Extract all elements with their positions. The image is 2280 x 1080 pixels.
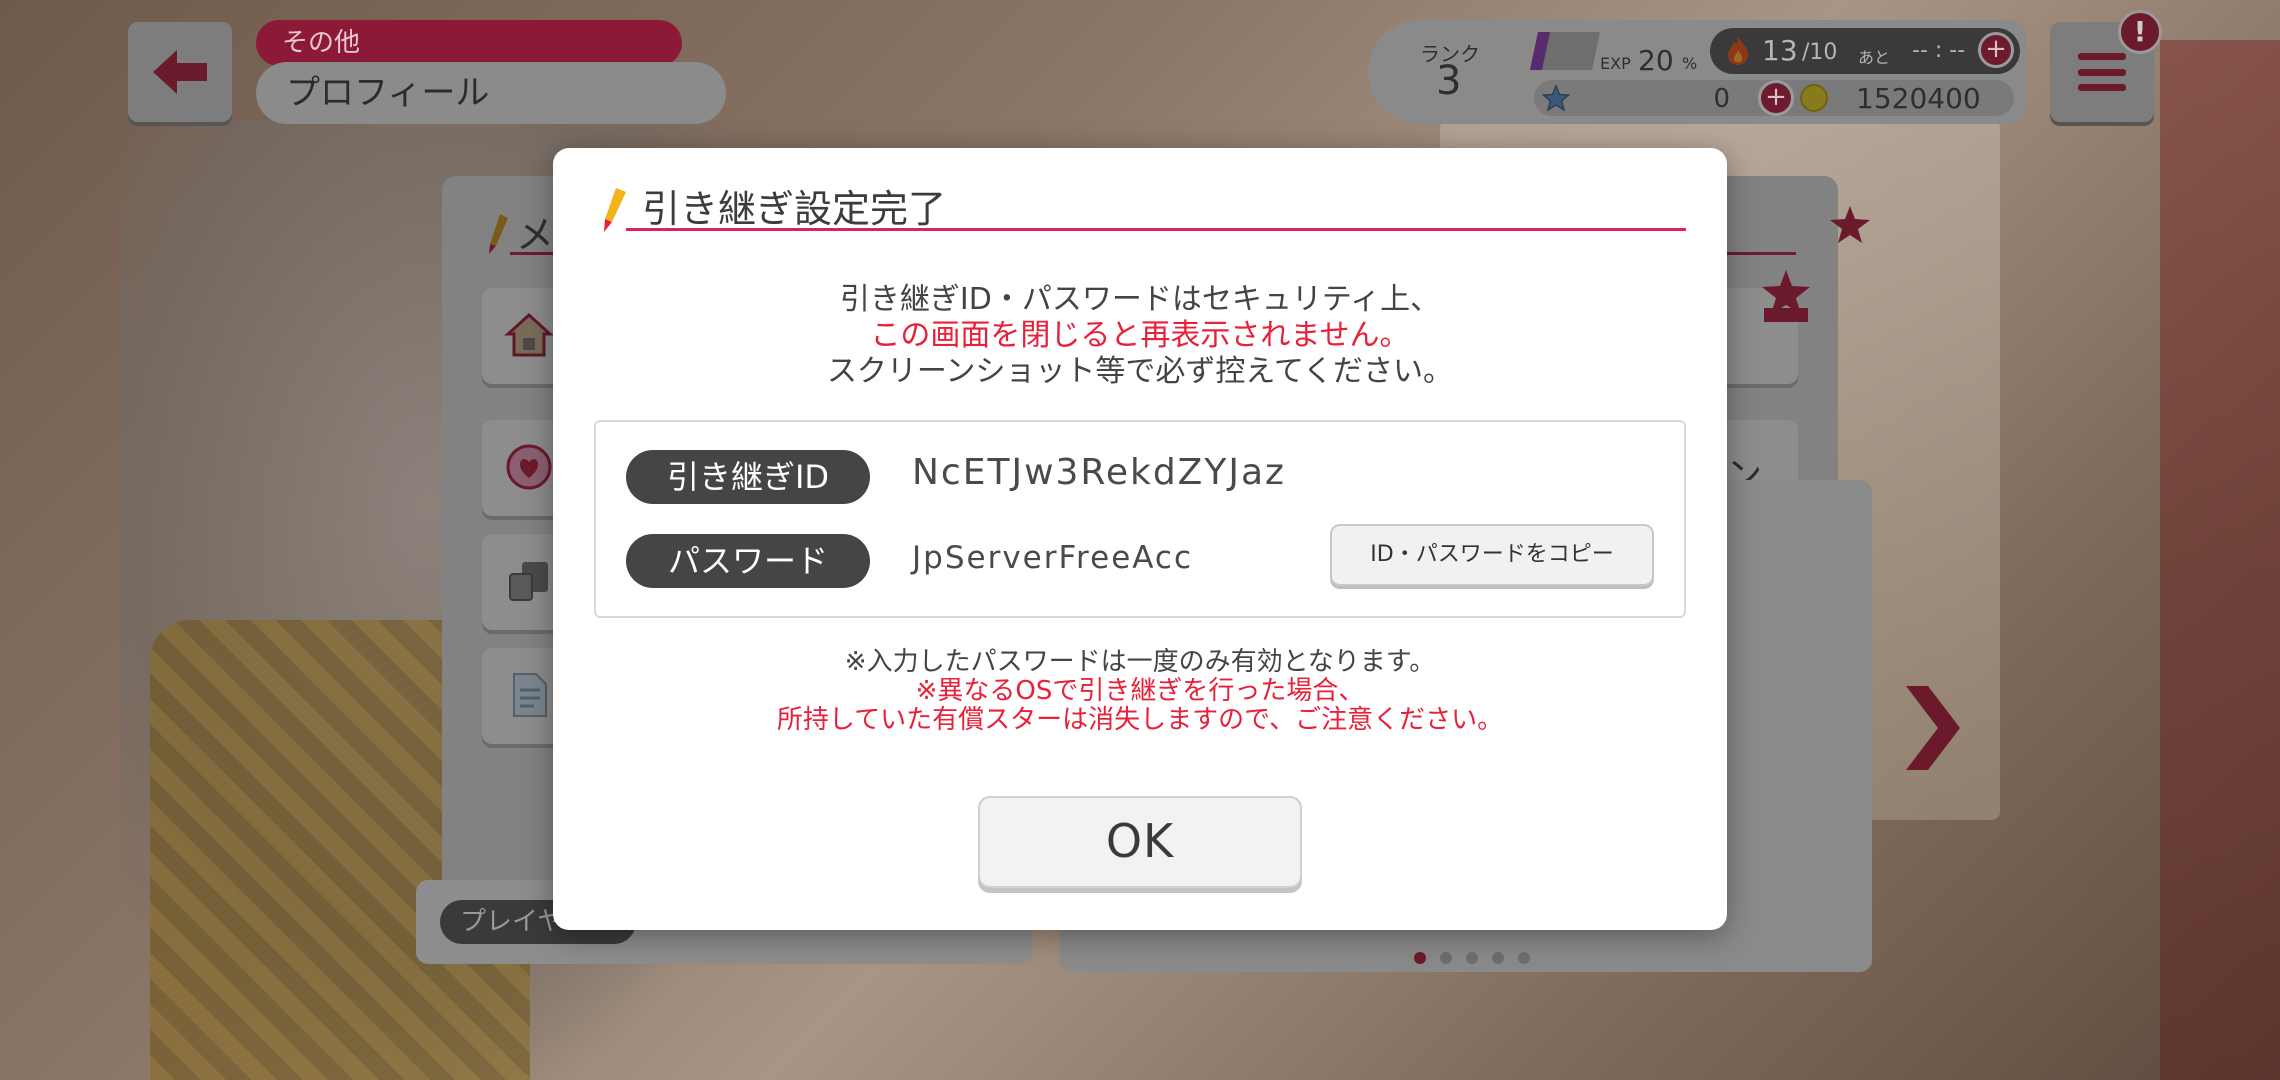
ok-button[interactable]: OK bbox=[978, 796, 1302, 888]
background-red-panel bbox=[2160, 40, 2280, 1080]
add-gems-button[interactable]: + bbox=[1758, 80, 1794, 116]
back-arrow-icon bbox=[153, 50, 207, 94]
transfer-id-label: 引き継ぎID bbox=[626, 450, 870, 504]
security-notice-line1: 引き継ぎID・パスワードはセキュリティ上、 bbox=[839, 282, 1441, 317]
pen-icon bbox=[604, 188, 626, 232]
add-lp-button[interactable]: + bbox=[1978, 32, 2014, 68]
page-dot bbox=[1440, 952, 1452, 964]
menu-panel-title: メ bbox=[516, 213, 555, 257]
exp-unit: % bbox=[1682, 54, 1698, 73]
exp-bar bbox=[1529, 32, 1601, 70]
copy-credentials-button[interactable]: ID・パスワードをコピー bbox=[1330, 524, 1654, 586]
heart-face-icon bbox=[506, 444, 552, 490]
os-transfer-warning: ※異なるOSで引き継ぎを行った場合、 bbox=[915, 676, 1365, 706]
page-dot bbox=[1466, 952, 1478, 964]
dialog-title: 引き継ぎ設定完了 bbox=[642, 187, 947, 231]
page-dot bbox=[1492, 952, 1504, 964]
house-icon bbox=[504, 312, 554, 357]
star-gem-icon bbox=[1542, 84, 1570, 112]
coin-icon bbox=[1800, 84, 1828, 112]
rank-value: 3 bbox=[1436, 58, 1462, 104]
password-value: JpServerFreeAcc bbox=[912, 540, 1194, 576]
page-indicator bbox=[1414, 952, 1530, 964]
lp-recovery-time: -- : -- bbox=[1912, 38, 1966, 63]
document-icon bbox=[513, 673, 547, 717]
gem-count: 0 bbox=[1713, 84, 1730, 114]
paid-stars-warning: 所持していた有償スターは消失しますので、ご注意ください。 bbox=[776, 705, 1504, 735]
security-notice-line3: スクリーンショット等で必ず控えてください。 bbox=[826, 354, 1454, 389]
hamburger-icon bbox=[2078, 53, 2126, 91]
coin-count: 1520400 bbox=[1856, 82, 1981, 115]
page-dot bbox=[1518, 952, 1530, 964]
password-label: パスワード bbox=[626, 534, 870, 588]
page-dot bbox=[1414, 952, 1426, 964]
devices-icon bbox=[509, 562, 548, 601]
lp-current: 13 bbox=[1762, 34, 1798, 67]
new-badge-icon-2 bbox=[1830, 206, 1870, 243]
transfer-id-value: NcETJw3RekdZYJaz bbox=[912, 452, 1286, 493]
exp-value: 20 bbox=[1638, 44, 1674, 77]
back-button[interactable] bbox=[128, 22, 232, 122]
exp-label: EXP bbox=[1600, 54, 1631, 73]
category-tag: その他 bbox=[256, 20, 682, 66]
security-notice-warning: この画面を閉じると再表示されません。 bbox=[870, 318, 1410, 353]
next-page-arrow-icon[interactable] bbox=[1898, 680, 1964, 776]
pen-icon bbox=[489, 214, 508, 254]
dialog-title-underline bbox=[626, 228, 1686, 231]
new-badge-icon bbox=[1762, 270, 1810, 322]
lp-recovery-label: あと bbox=[1858, 48, 1891, 67]
alert-badge: ! bbox=[2118, 10, 2162, 54]
page-title: プロフィール bbox=[256, 62, 726, 124]
lp-max: /10 bbox=[1802, 40, 1838, 65]
flame-icon bbox=[1728, 37, 1749, 65]
password-once-note: ※入力したパスワードは一度のみ有効となります。 bbox=[844, 647, 1436, 677]
